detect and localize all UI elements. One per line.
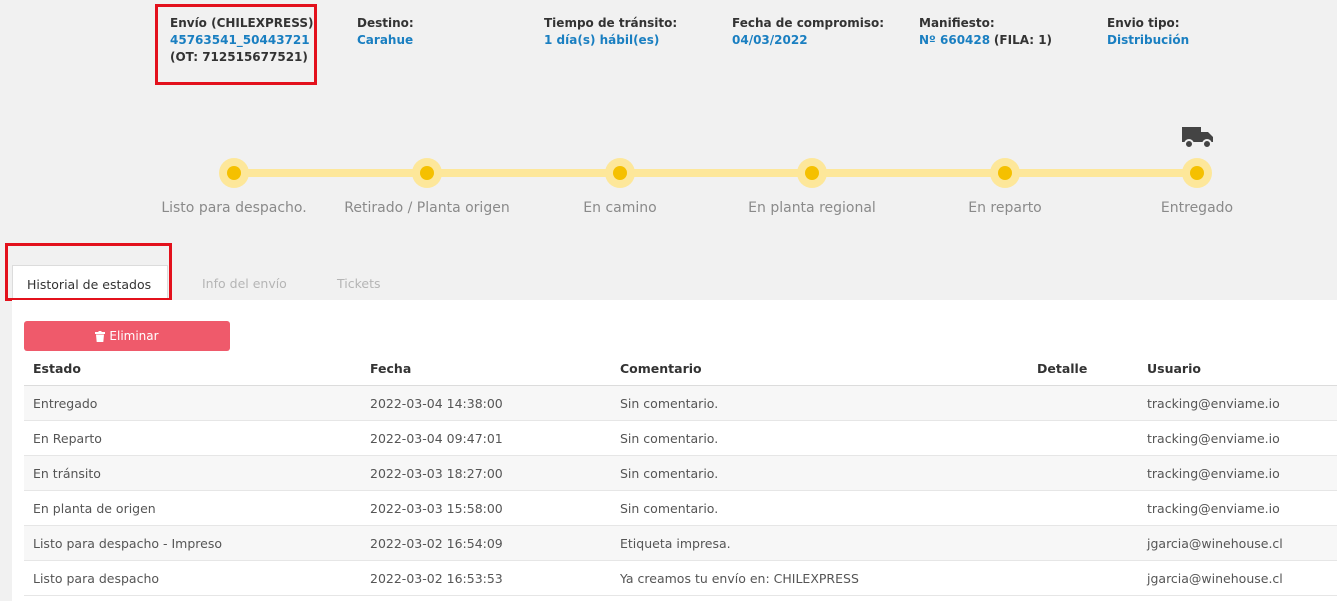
compromiso-value: 04/03/2022: [732, 33, 808, 47]
column-header-estado: Estado: [24, 352, 361, 386]
transito-value: 1 día(s) hábil(es): [544, 33, 660, 47]
destino-value[interactable]: Carahue: [357, 32, 414, 49]
cell-comentario: Sin comentario.: [611, 455, 1028, 491]
table-row: Listo para despacho 2022-03-02 16:53:53 …: [24, 560, 1337, 596]
step-dot-en-camino: [605, 158, 635, 188]
cell-fecha: 2022-03-04 09:47:01: [361, 420, 611, 456]
tipo-info: Envio tipo: Distribución: [1107, 15, 1189, 49]
delete-button-label: Eliminar: [109, 329, 159, 343]
cell-estado: En Reparto: [24, 420, 361, 456]
step-dot-retirado: [412, 158, 442, 188]
step-dot-planta-regional: [797, 158, 827, 188]
shipment-header: Envío (CHILEXPRESS): 45763541_50443721 (…: [0, 0, 1337, 310]
destino-info: Destino: Carahue: [357, 15, 414, 49]
step-label-planta-regional: En planta regional: [748, 200, 876, 216]
step-dot-en-reparto: [990, 158, 1020, 188]
cell-detalle: [1028, 560, 1138, 596]
cell-estado: En tránsito: [24, 455, 361, 491]
cell-fecha: 2022-03-02 16:53:53: [361, 560, 611, 596]
cell-estado: En planta de origen: [24, 490, 361, 526]
truck-icon: [1182, 127, 1213, 149]
table-row: En Reparto 2022-03-04 09:47:01 Sin comen…: [24, 420, 1337, 456]
cell-usuario: tracking@enviame.io: [1138, 455, 1337, 491]
destino-label: Destino:: [357, 16, 414, 30]
step-label-entregado: Entregado: [1160, 200, 1234, 216]
progress-track: [234, 169, 1199, 177]
tab-tickets[interactable]: Tickets: [337, 265, 381, 300]
cell-usuario: tracking@enviame.io: [1138, 385, 1337, 421]
trash-icon: [95, 330, 106, 342]
cell-detalle: [1028, 525, 1138, 561]
cell-detalle: [1028, 420, 1138, 456]
cell-usuario: tracking@enviame.io: [1138, 490, 1337, 526]
step-label-retirado: Retirado / Planta origen: [344, 200, 510, 216]
cell-fecha: 2022-03-04 14:38:00: [361, 385, 611, 421]
cell-usuario: jgarcia@winehouse.cl: [1138, 525, 1337, 561]
cell-usuario: tracking@enviame.io: [1138, 420, 1337, 456]
cell-comentario: Sin comentario.: [611, 385, 1028, 421]
cell-fecha: 2022-03-02 16:54:09: [361, 525, 611, 561]
history-panel: Eliminar Estado Fecha Comentario Detalle…: [12, 300, 1337, 601]
compromiso-label: Fecha de compromiso:: [732, 16, 885, 30]
step-label-en-camino: En camino: [583, 200, 657, 216]
cell-comentario: Sin comentario.: [611, 420, 1028, 456]
column-header-usuario: Usuario: [1138, 352, 1337, 386]
manifiesto-info: Manifiesto: Nº 660428 (FILA: 1): [919, 15, 1052, 49]
table-row: Listo para despacho - Impreso 2022-03-02…: [24, 525, 1337, 561]
tab-info-envio[interactable]: Info del envío: [202, 265, 287, 300]
tipo-value: Distribución: [1107, 33, 1190, 47]
cell-usuario: jgarcia@winehouse.cl: [1138, 560, 1337, 596]
cell-detalle: [1028, 455, 1138, 491]
highlight-box-envio: [155, 4, 317, 85]
cell-comentario: Sin comentario.: [611, 490, 1028, 526]
delete-button[interactable]: Eliminar: [24, 321, 230, 351]
manifiesto-link[interactable]: Nº 660428: [919, 33, 990, 47]
manifiesto-label: Manifiesto:: [919, 16, 995, 30]
table-row: Entregado 2022-03-04 14:38:00 Sin coment…: [24, 385, 1337, 421]
step-dot-listo: [219, 158, 249, 188]
column-header-comentario: Comentario: [611, 352, 1028, 386]
step-label-en-reparto: En reparto: [968, 200, 1042, 216]
cell-comentario: Etiqueta impresa.: [611, 525, 1028, 561]
step-label-listo: Listo para despacho.: [161, 200, 307, 216]
table-row: En planta de origen 2022-03-03 15:58:00 …: [24, 490, 1337, 526]
cell-estado: Listo para despacho - Impreso: [24, 525, 361, 561]
cell-detalle: [1028, 490, 1138, 526]
column-header-detalle: Detalle: [1028, 352, 1138, 386]
step-dot-entregado: [1182, 158, 1212, 188]
cell-detalle: [1028, 385, 1138, 421]
table-row: En tránsito 2022-03-03 18:27:00 Sin come…: [24, 455, 1337, 491]
column-header-fecha: Fecha: [361, 352, 611, 386]
history-table: Estado Fecha Comentario Detalle Usuario …: [24, 352, 1337, 596]
manifiesto-fila: (FILA: 1): [993, 33, 1053, 47]
table-header-row: Estado Fecha Comentario Detalle Usuario: [24, 352, 1337, 386]
cell-fecha: 2022-03-03 18:27:00: [361, 455, 611, 491]
tipo-label: Envio tipo:: [1107, 16, 1180, 30]
compromiso-info: Fecha de compromiso: 04/03/2022: [732, 15, 884, 49]
highlight-box-tab: [5, 243, 172, 301]
transito-info: Tiempo de tránsito: 1 día(s) hábil(es): [544, 15, 677, 49]
cell-fecha: 2022-03-03 15:58:00: [361, 490, 611, 526]
cell-estado: Entregado: [24, 385, 361, 421]
cell-comentario: Ya creamos tu envío en: CHILEXPRESS: [611, 560, 1028, 596]
transito-label: Tiempo de tránsito:: [544, 16, 678, 30]
cell-estado: Listo para despacho: [24, 560, 361, 596]
